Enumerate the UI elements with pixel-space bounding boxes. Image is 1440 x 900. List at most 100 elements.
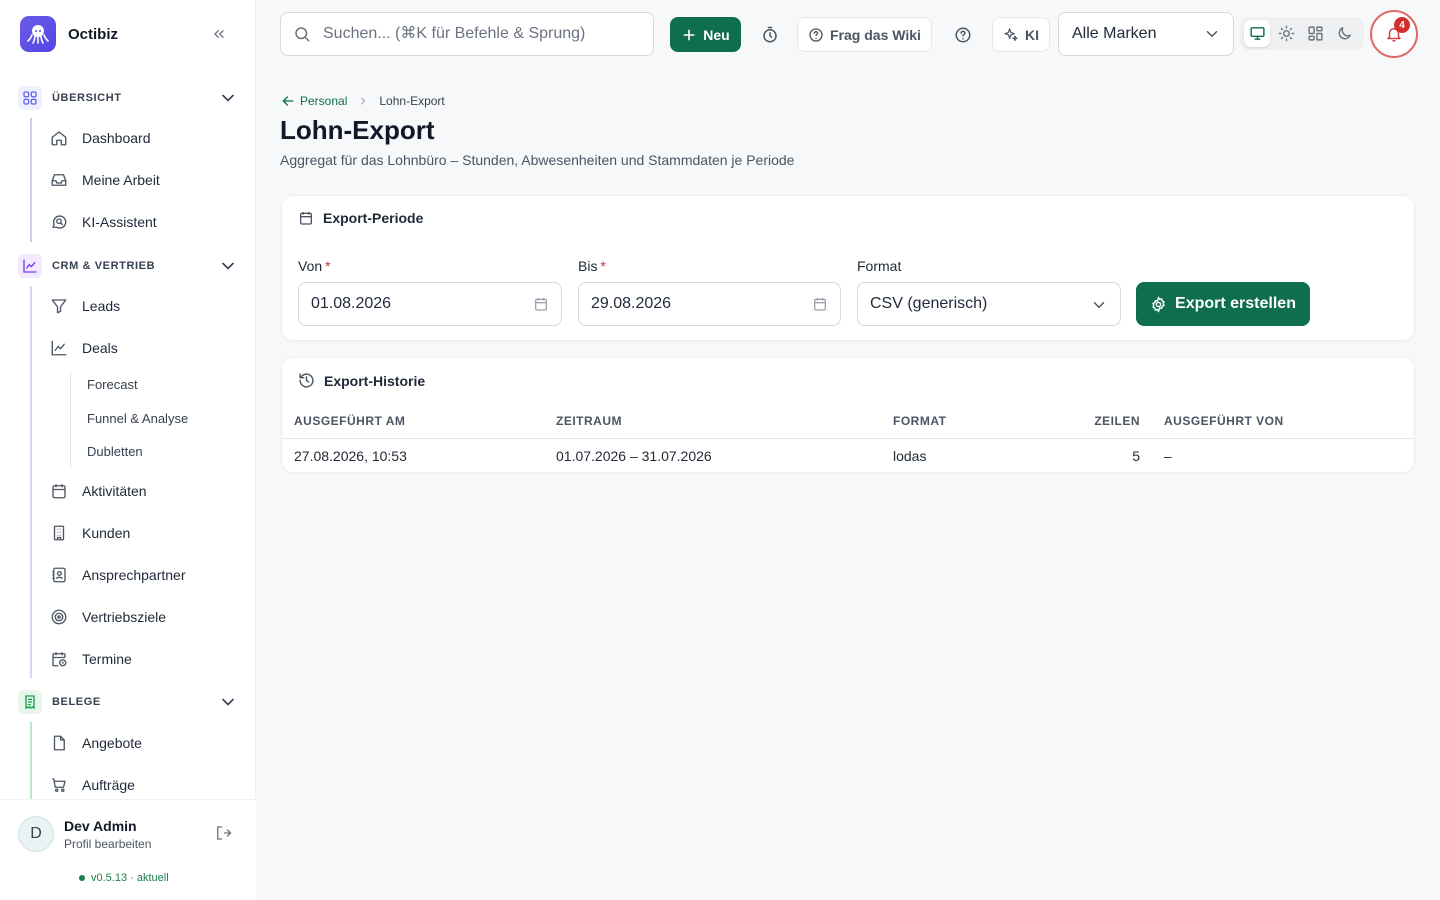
help-circle-icon xyxy=(955,27,971,42)
search-box[interactable] xyxy=(280,12,654,56)
timer-button[interactable] xyxy=(758,17,782,52)
column-header[interactable]: ZEITRAUM xyxy=(544,404,881,439)
brand-name: Octibiz xyxy=(68,25,119,43)
sidebar-item-kunden[interactable]: Kunden xyxy=(50,515,240,551)
contact-card-icon xyxy=(52,567,66,583)
breadcrumb-back-link[interactable]: Personal xyxy=(280,93,347,109)
sidebar-item-funnel[interactable]: Funnel & Analyse xyxy=(87,409,188,429)
sidebar-item-ansprechpartner[interactable]: Ansprechpartner xyxy=(50,557,240,593)
search-input[interactable] xyxy=(323,25,643,43)
create-export-label: Export erstellen xyxy=(1175,295,1296,312)
building-icon xyxy=(53,525,65,541)
search-icon xyxy=(295,27,310,42)
page-subtitle: Aggregat für das Lohnbüro – Stunden, Abw… xyxy=(280,152,795,168)
create-export-button[interactable]: Export erstellen xyxy=(1136,282,1310,326)
column-header[interactable]: ZEILEN xyxy=(1019,404,1152,439)
sidebar-item-dubletten[interactable]: Dubletten xyxy=(87,442,143,462)
ki-button[interactable]: KI xyxy=(992,17,1050,52)
notifications-button[interactable]: 4 xyxy=(1370,10,1418,58)
calendar-icon[interactable] xyxy=(812,296,828,312)
page-title: Lohn-Export xyxy=(280,115,435,145)
logout-icon[interactable] xyxy=(214,824,232,842)
inbox-icon xyxy=(51,174,67,186)
new-button[interactable]: Neu xyxy=(670,17,741,52)
sidebar-item-angebote[interactable]: Angebote xyxy=(50,725,240,761)
chevron-right-icon xyxy=(361,97,366,105)
file-icon xyxy=(53,735,65,751)
sidebar-item-aktivitaeten[interactable]: Aktivitäten xyxy=(50,473,240,509)
format-label: Format xyxy=(857,258,902,274)
sidebar-item-label: KI-Assistent xyxy=(82,214,157,230)
section-crm[interactable]: CRM & VERTRIEB xyxy=(18,254,238,278)
calendar-icon xyxy=(52,484,66,499)
sidebar-footer: D Dev Admin Profil bearbeiten v0.5.13 · … xyxy=(0,799,256,900)
help-button[interactable] xyxy=(951,17,975,52)
executed-by-cell: – xyxy=(1164,448,1172,465)
help-circle-icon xyxy=(809,27,823,42)
sidebar-item-auftraege[interactable]: Aufträge xyxy=(50,767,240,803)
receipt-icon xyxy=(18,690,42,714)
column-header[interactable]: AUSGEFÜHRT VON xyxy=(1152,404,1414,439)
sidebar-item-ki-assistent[interactable]: KI-Assistent xyxy=(50,204,240,240)
moon-icon[interactable] xyxy=(1331,20,1357,47)
brand[interactable]: Octibiz xyxy=(20,16,118,52)
home-icon xyxy=(51,131,67,146)
sun-icon[interactable] xyxy=(1273,20,1299,47)
sidebar-item-vertriebsziele[interactable]: Vertriebsziele xyxy=(50,599,240,635)
target-icon xyxy=(51,609,67,625)
wiki-button[interactable]: Frag das Wiki xyxy=(797,17,932,52)
collapse-sidebar-icon[interactable] xyxy=(208,24,230,44)
sidebar: Octibiz ÜBERSICHT Dashboard Meine Arbeit… xyxy=(0,0,256,900)
chat-search-icon xyxy=(52,215,67,229)
sidebar-item-meine-arbeit[interactable]: Meine Arbeit xyxy=(50,162,240,198)
version-status: v0.5.13 · aktuell xyxy=(79,872,169,884)
brand-select[interactable]: Alle Marken xyxy=(1058,12,1234,56)
grid-icon xyxy=(18,86,42,110)
monitor-icon[interactable] xyxy=(1244,20,1270,47)
cart-icon xyxy=(52,778,66,793)
chevron-down-icon[interactable] xyxy=(218,256,238,276)
format-cell: lodas xyxy=(893,448,927,465)
sidebar-item-forecast[interactable]: Forecast xyxy=(87,375,138,395)
sidebar-item-label: Termine xyxy=(82,651,132,667)
avatar[interactable]: D xyxy=(18,816,54,852)
table-row[interactable]: 27.08.2026, 10:53 01.07.2026 – 31.07.202… xyxy=(282,438,1414,472)
dashboard-layout-icon[interactable] xyxy=(1302,20,1328,47)
section-uebersicht[interactable]: ÜBERSICHT xyxy=(18,86,238,110)
edit-profile-link[interactable]: Profil bearbeiten xyxy=(64,837,151,851)
calendar-icon xyxy=(300,212,312,225)
plus-icon xyxy=(683,29,695,40)
status-dot-icon xyxy=(79,875,85,881)
period-cell: 01.07.2026 – 31.07.2026 xyxy=(556,448,712,465)
from-date-field[interactable]: 01.08.2026 xyxy=(298,282,562,326)
sidebar-item-dashboard[interactable]: Dashboard xyxy=(50,120,240,156)
sidebar-item-termine[interactable]: Termine xyxy=(50,641,240,677)
column-header[interactable]: AUSGEFÜHRT AM xyxy=(282,404,544,439)
sidebar-item-label: Kunden xyxy=(82,525,131,541)
sidebar-item-label: Meine Arbeit xyxy=(82,172,160,188)
user-name[interactable]: Dev Admin xyxy=(64,818,137,834)
export-history-card: Export-Historie AUSGEFÜHRT AM ZEITRAUM F… xyxy=(281,357,1415,473)
sidebar-item-leads[interactable]: Leads xyxy=(50,288,240,324)
section-belege[interactable]: BELEGE xyxy=(18,690,238,714)
arrow-left-icon xyxy=(282,96,294,106)
stopwatch-icon xyxy=(763,26,777,42)
octopus-logo-icon xyxy=(20,16,56,52)
sidebar-item-deals[interactable]: Deals xyxy=(50,330,240,366)
gear-icon xyxy=(1152,295,1165,313)
rows-cell: 5 xyxy=(1132,448,1140,465)
breadcrumb-current: Lohn-Export xyxy=(379,94,445,108)
sidebar-item-label: Aktivitäten xyxy=(82,483,147,499)
chevron-down-icon[interactable] xyxy=(218,692,238,712)
chevron-down-icon[interactable] xyxy=(218,88,238,108)
format-select-value: CSV (generisch) xyxy=(870,295,988,312)
notification-badge: 4 xyxy=(1394,17,1410,33)
executed-at-cell: 27.08.2026, 10:53 xyxy=(294,448,407,465)
to-date-field[interactable]: 29.08.2026 xyxy=(578,282,841,326)
format-select[interactable]: CSV (generisch) xyxy=(857,282,1121,326)
sub-rail xyxy=(70,372,71,468)
column-header[interactable]: FORMAT xyxy=(881,404,1019,439)
calendar-icon[interactable] xyxy=(533,296,549,312)
section-label: CRM & VERTRIEB xyxy=(52,260,156,272)
export-period-card: Export-Periode Von * 01.08.2026 Bis * 29.0… xyxy=(281,195,1415,341)
